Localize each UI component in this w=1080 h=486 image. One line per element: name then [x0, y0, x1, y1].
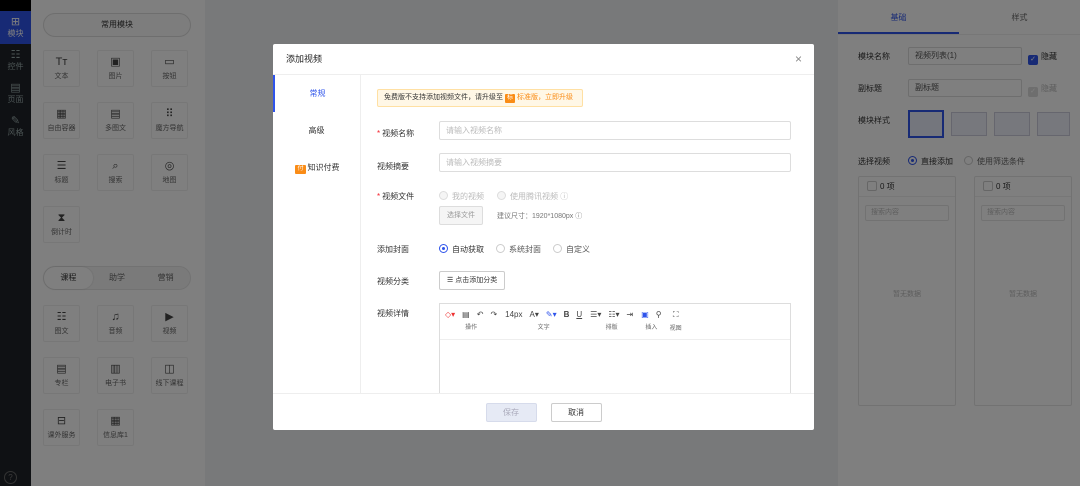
radio-on-icon — [439, 244, 448, 253]
font-color-icon[interactable]: A▾ — [530, 310, 539, 319]
add-category-button[interactable]: ☰ 点击添加分类 — [439, 271, 506, 290]
video-summary-input[interactable]: 请输入视频摘要 — [439, 153, 791, 172]
radio-disabled-icon — [439, 191, 448, 200]
image-icon[interactable]: ▣ — [641, 310, 649, 319]
highlight-icon[interactable]: ✎▾ — [546, 310, 557, 319]
category-label: 视频分类 — [377, 277, 409, 286]
size-hint: 建议尺寸：1920*1080px ⓘ — [497, 213, 583, 220]
toolbar-caption-view: 视图 — [669, 326, 682, 332]
cover-label: 添加封面 — [377, 245, 409, 254]
video-name-input[interactable]: 请输入视频名称 — [439, 121, 791, 140]
format-painter-icon[interactable]: ▤ — [462, 310, 470, 319]
font-size-select[interactable]: 14px — [505, 310, 522, 319]
redo-icon[interactable]: ↷ — [490, 310, 497, 319]
underline-icon[interactable]: U — [576, 310, 582, 319]
add-video-dialog: 添加视频 × 常规 高级 付知识付费 免费版不支持添加视频文件，请升级至标标准版… — [273, 44, 814, 430]
dialog-title: 添加视频 — [286, 54, 323, 64]
list-icon: ☰ — [447, 277, 456, 284]
detail-label: 视频详情 — [377, 309, 409, 318]
tab-general[interactable]: 常规 — [273, 75, 360, 112]
toolbar-caption-insert: 插入 — [645, 325, 658, 331]
info-icon: ⓘ — [575, 213, 583, 220]
video-file-label: * 视频文件 — [377, 192, 415, 201]
toolbar-group-operation: ◇▾ ▤ ↶ ↷ 操作 — [445, 310, 497, 339]
radio-off-icon — [553, 244, 562, 253]
cancel-button[interactable]: 取消 — [550, 402, 602, 422]
dialog-body: 免费版不支持添加视频文件，请升级至标标准版，立即升级 * 视频名称 请输入视频名称… — [361, 75, 814, 393]
radio-cover-custom[interactable]: 自定义 — [553, 244, 590, 255]
close-icon[interactable]: × — [795, 44, 802, 75]
undo-icon[interactable]: ↶ — [477, 310, 484, 319]
upgrade-link[interactable]: 标准版，立即升级 — [517, 94, 573, 101]
dialog-header: 添加视频 × — [273, 44, 814, 75]
editor-toolbar: ◇▾ ▤ ↶ ↷ 操作 14px A▾ ✎▾ B U 文字 ☰▾ ☷▾ ⇥ 排版 ▣ ⚲ 插入 ⛶ — [440, 304, 790, 340]
toolbar-group-layout: ☰▾ ☷▾ ⇥ 排版 — [590, 310, 633, 339]
radio-cover-auto[interactable]: 自动获取 — [439, 244, 484, 255]
tab-paid-knowledge[interactable]: 付知识付费 — [273, 149, 360, 186]
toolbar-group-insert: ▣ ⚲ 插入 — [641, 310, 661, 339]
upgrade-notice: 免费版不支持添加视频文件，请升级至标标准版，立即升级 — [377, 89, 583, 107]
radio-off-icon — [496, 244, 505, 253]
indent-icon[interactable]: ⇥ — [627, 310, 634, 319]
standard-badge-icon: 标 — [505, 94, 516, 103]
eraser-icon[interactable]: ◇▾ — [445, 310, 455, 319]
radio-tencent-video[interactable]: 使用腾讯视频 ⓘ — [497, 191, 568, 202]
toolbar-caption-layout: 排版 — [605, 325, 618, 331]
fullscreen-icon[interactable]: ⛶ — [673, 310, 679, 320]
radio-disabled-icon — [497, 191, 506, 200]
bold-icon[interactable]: B — [564, 310, 570, 319]
save-button[interactable]: 保存 — [485, 402, 537, 422]
list-icon[interactable]: ☷▾ — [608, 310, 619, 319]
info-icon: ⓘ — [560, 192, 569, 201]
dialog-footer: 保存 取消 — [273, 393, 814, 430]
toolbar-caption-text: 文字 — [537, 325, 550, 331]
link-icon[interactable]: ⚲ — [656, 310, 662, 319]
paid-badge-icon: 付 — [295, 165, 306, 174]
radio-my-video[interactable]: 我的视频 — [439, 191, 484, 202]
toolbar-group-text: 14px A▾ ✎▾ B U 文字 — [505, 310, 582, 339]
dialog-side-tabs: 常规 高级 付知识付费 — [273, 75, 361, 393]
radio-cover-system[interactable]: 系统封面 — [496, 244, 541, 255]
choose-file-button[interactable]: 选择文件 — [439, 206, 483, 225]
tab-advanced[interactable]: 高级 — [273, 112, 360, 149]
rich-text-editor[interactable]: ◇▾ ▤ ↶ ↷ 操作 14px A▾ ✎▾ B U 文字 ☰▾ ☷▾ ⇥ 排版 ▣ ⚲ 插入 ⛶ — [439, 303, 791, 393]
toolbar-caption-operation: 操作 — [465, 325, 478, 331]
toolbar-group-view: ⛶ 视图 — [670, 310, 682, 339]
video-summary-label: 视频摘要 — [377, 162, 409, 171]
align-icon[interactable]: ☰▾ — [590, 310, 601, 319]
video-name-label: * 视频名称 — [377, 129, 415, 138]
